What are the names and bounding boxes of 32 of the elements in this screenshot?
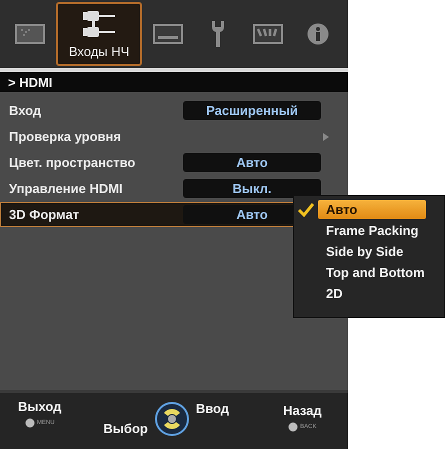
back-label: Назад bbox=[283, 403, 322, 418]
menu-row[interactable]: Проверка уровня bbox=[0, 124, 348, 149]
picture-mode-icon bbox=[14, 24, 45, 44]
dropdown-option[interactable]: Side by Side bbox=[318, 242, 426, 261]
setting-label: 3D Формат bbox=[9, 207, 80, 222]
dpad-icon bbox=[154, 401, 190, 437]
dropdown-option[interactable]: Top and Bottom bbox=[318, 263, 426, 282]
dropdown-option[interactable]: Авто bbox=[318, 200, 426, 219]
breadcrumb: > HDMI bbox=[0, 72, 348, 92]
setting-value[interactable]: Расширенный bbox=[183, 101, 321, 120]
button-icon bbox=[24, 418, 35, 428]
setting-label: Управление HDMI bbox=[9, 181, 124, 196]
menu-row[interactable]: Вход Расширенный bbox=[0, 98, 348, 123]
screen-icon bbox=[153, 24, 184, 44]
enter-label: Ввод bbox=[196, 401, 230, 418]
submenu-arrow-icon bbox=[323, 132, 329, 140]
setting-label: Вход bbox=[9, 103, 42, 118]
setting-label: Проверка уровня bbox=[9, 129, 122, 144]
menu-row[interactable]: Управление HDMI Выкл. bbox=[0, 176, 348, 201]
cable-icon bbox=[81, 10, 118, 40]
wrench-icon bbox=[211, 20, 226, 48]
button-icon bbox=[288, 422, 298, 432]
setting-value[interactable]: Авто bbox=[183, 153, 321, 172]
menu-row[interactable]: Цвет. пространство Авто bbox=[0, 150, 348, 175]
dropdown-option[interactable]: 2D bbox=[318, 284, 426, 303]
menu-tab[interactable]: Входы НЧ bbox=[56, 2, 142, 66]
keypad-icon bbox=[253, 24, 284, 44]
select-label: Выбор bbox=[103, 421, 148, 438]
setting-label: Цвет. пространство bbox=[9, 155, 136, 170]
setting-value[interactable]: Выкл. bbox=[183, 179, 321, 198]
exit-label: Выход bbox=[18, 399, 62, 414]
info-icon bbox=[307, 23, 329, 45]
